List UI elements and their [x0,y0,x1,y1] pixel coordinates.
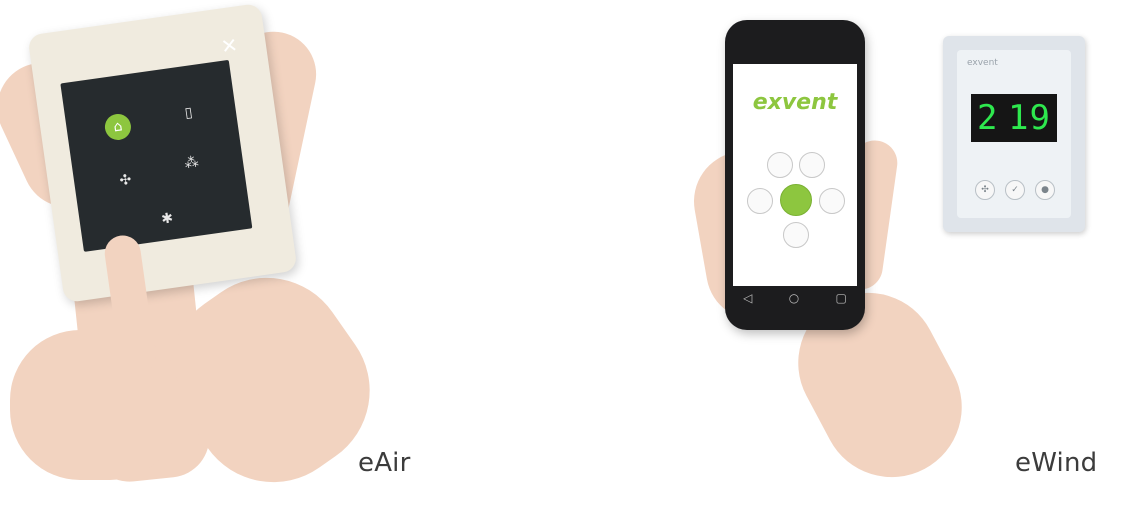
caption-ewind: eWind [1015,448,1098,478]
fan-button-icon: ✣ [975,180,995,200]
fan-icon: ✣ [118,171,133,190]
recents-icon: ▢ [835,291,847,305]
app-button [783,222,809,248]
phone-app-screen: exvent [733,64,857,286]
back-icon: ◁ [743,291,753,305]
exvent-logo: exvent [752,90,838,115]
mode-icon: ✱ [160,210,175,228]
eair-photo: ⌂ ▯ ✣ ⁂ ✱ ✕ eAir [0,0,560,514]
app-button [799,152,825,178]
caption-eair: eAir [358,448,411,478]
app-button [819,188,845,214]
app-button [747,188,773,214]
home-nav-icon: ○ [788,291,800,305]
app-button [767,152,793,178]
display-mode-digit: 2 [977,98,999,138]
ewind-led-display: 2 19 [971,94,1057,142]
home-icon: ⌂ [103,112,133,142]
eair-touchscreen: ⌂ ▯ ✣ ⁂ ✱ [60,59,253,252]
settings-icon: ⁂ [183,154,200,172]
ewind-faceplate: exvent 2 19 ✣ ✓ ● [957,50,1071,218]
door-icon: ▯ [183,104,194,122]
phone-nav-bar: ◁ ○ ▢ [725,284,865,312]
smartphone: exvent ◁ ○ ▢ [725,20,865,330]
eair-control-panel: ⌂ ▯ ✣ ⁂ ✱ ✕ [27,2,298,304]
home-button [780,184,812,216]
ewind-brand-label: exvent [967,58,998,68]
close-icon: ✕ [219,32,240,59]
ewind-photo: exvent ◁ ○ ▢ exvent 2 19 ✣ ✓ ● eWind [560,0,1138,502]
minus-button-icon: ✓ [1005,180,1025,200]
display-level-digits: 19 [1008,98,1051,138]
plus-button-icon: ● [1035,180,1055,200]
ewind-wall-controller: exvent 2 19 ✣ ✓ ● [943,36,1085,232]
